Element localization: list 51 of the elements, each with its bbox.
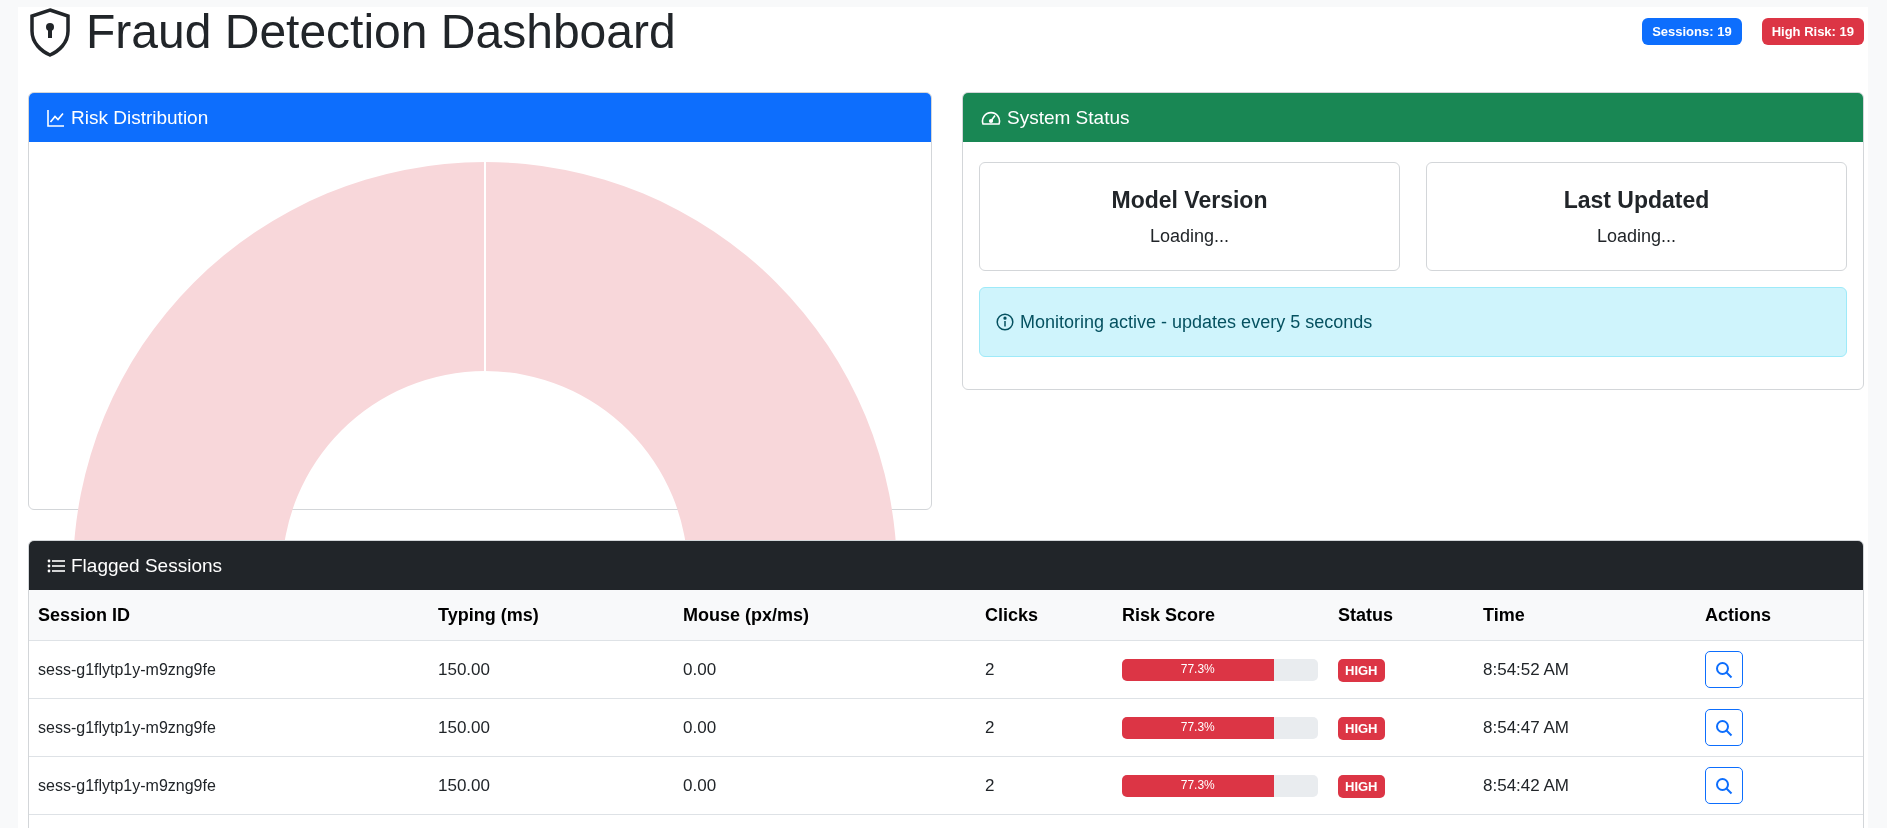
table-cell: 8:54:42 AM	[1474, 756, 1696, 815]
table-cell: 150.00	[429, 640, 674, 699]
info-icon	[996, 313, 1014, 331]
table-cell: 150.00	[429, 756, 674, 815]
status-badge: HIGH	[1338, 716, 1385, 740]
search-button[interactable]	[1705, 651, 1743, 688]
search-button[interactable]	[1705, 767, 1743, 804]
search-icon	[1715, 718, 1733, 737]
column-header: Actions	[1696, 590, 1863, 641]
search-icon	[1715, 776, 1733, 795]
stat-value: Loading...	[1596, 225, 1677, 247]
status-badge: HIGH	[1338, 658, 1385, 682]
table-cell: 0.00	[674, 756, 976, 815]
column-header: Mouse (px/ms)	[674, 590, 976, 641]
column-header: Status	[1329, 590, 1474, 641]
speedometer-icon	[981, 109, 1001, 126]
shield-lock-icon	[28, 7, 72, 57]
column-header: Risk Score	[1113, 590, 1329, 641]
stat-label: Last Updated	[1563, 186, 1710, 214]
table-cell: 2	[976, 756, 1113, 815]
search-button[interactable]	[1705, 709, 1743, 746]
table-cell: sess-g1flytp1y-m9zng9fe	[29, 698, 429, 757]
stat-label: Model Version	[1111, 186, 1268, 214]
table-cell: 0.00	[674, 698, 976, 757]
column-header: Time	[1474, 590, 1696, 641]
table-cell: 2	[976, 640, 1113, 699]
list-icon	[47, 558, 65, 573]
page-title: Fraud Detection Dashboard	[86, 7, 676, 59]
alert-text: Monitoring active - updates every 5 seconds	[1020, 311, 1373, 333]
column-header: Clicks	[976, 590, 1113, 641]
table-cell: 150.00	[429, 698, 674, 757]
table-cell: 8:54:52 AM	[1474, 640, 1696, 699]
table-cell: sess-g1flytp1y-m9zng9fe	[29, 640, 429, 699]
column-header: Session ID	[29, 590, 429, 641]
risk-fill: 77.3%	[1122, 658, 1274, 681]
card-title: System Status	[1007, 106, 1130, 129]
table-cell: sess-g1flytp1y-m9zng9fe	[29, 756, 429, 815]
search-icon	[1715, 660, 1733, 679]
stat-value: Loading...	[1149, 225, 1230, 247]
column-header: Typing (ms)	[429, 590, 674, 641]
count-badge: Sessions: 19	[1642, 18, 1742, 45]
count-badge: High Risk: 19	[1761, 18, 1864, 45]
status-badge: HIGH	[1338, 774, 1385, 798]
table-cell: 2	[976, 698, 1113, 757]
table-cell: 0.00	[674, 640, 976, 699]
line-chart-icon	[47, 108, 65, 127]
table-cell: 8:54:47 AM	[1474, 698, 1696, 757]
card-title: Risk Distribution	[71, 106, 209, 129]
card-title: Flagged Sessions	[71, 554, 223, 577]
risk-fill: 77.3%	[1122, 716, 1274, 739]
risk-fill: 77.3%	[1122, 774, 1274, 797]
